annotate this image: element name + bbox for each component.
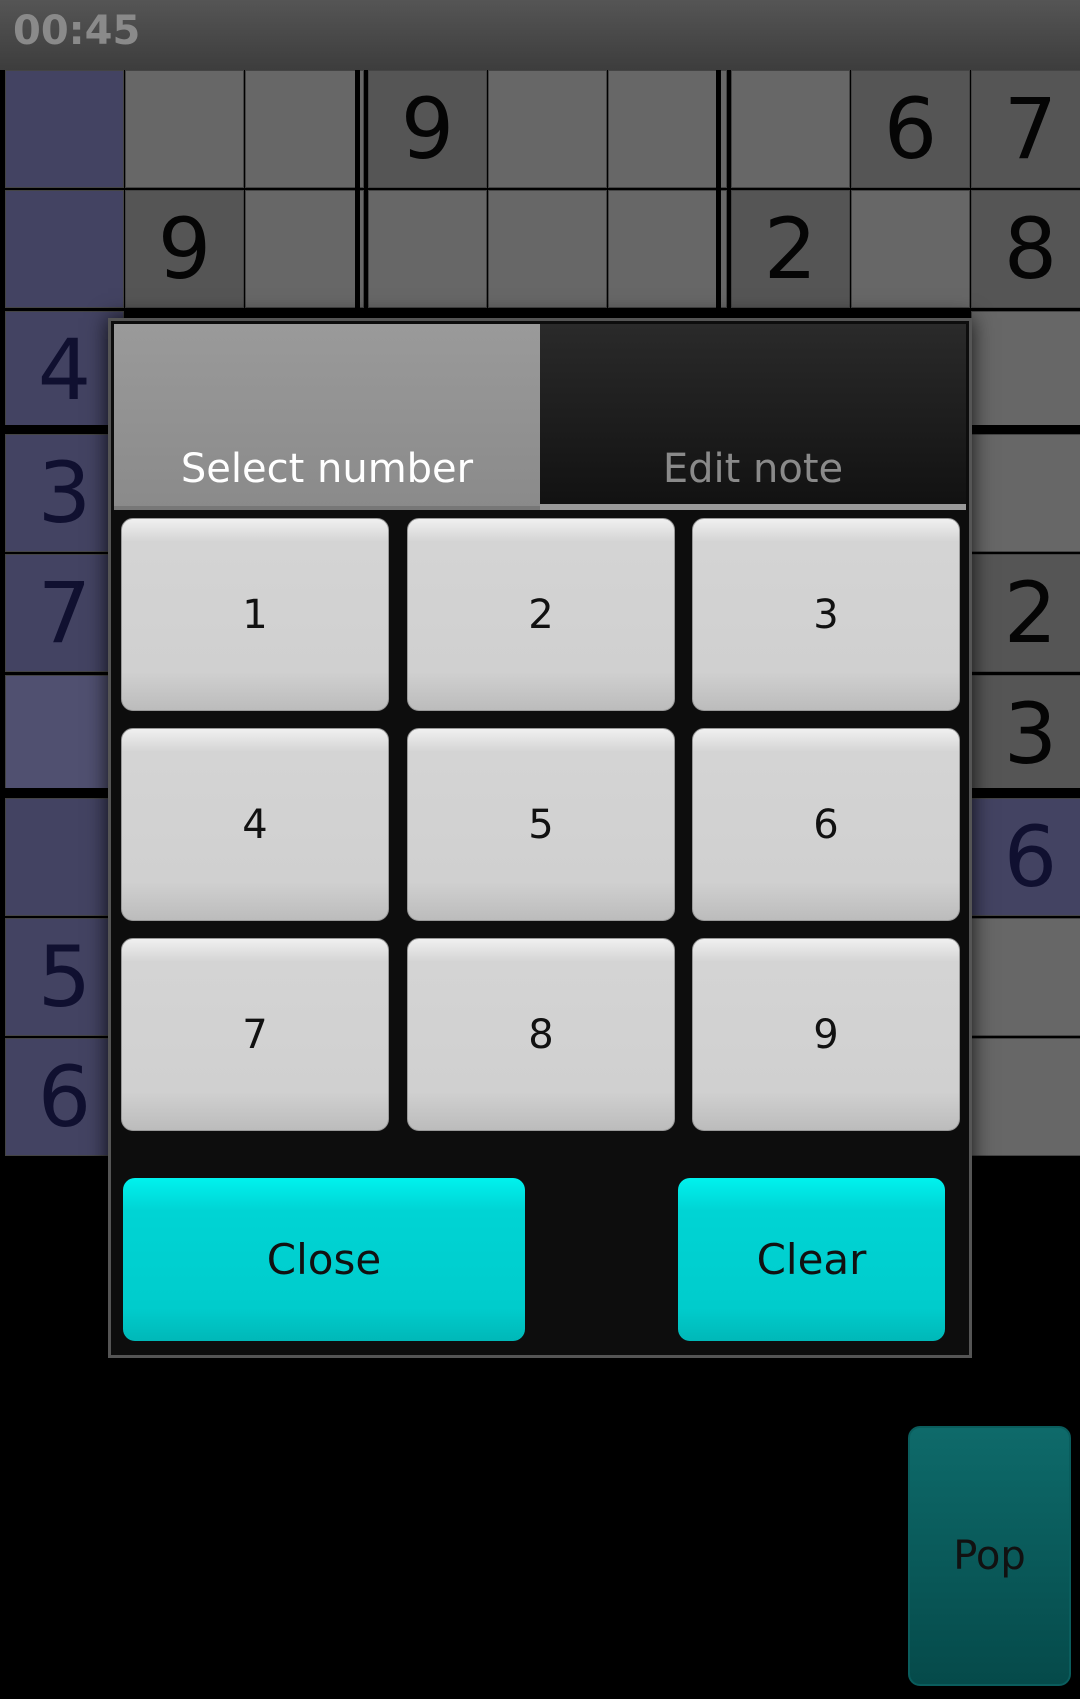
board-cell[interactable] xyxy=(488,70,607,188)
game-timer: 00:45 xyxy=(13,8,141,54)
dialog-tabs: Select number Edit note xyxy=(114,324,966,510)
board-cell[interactable] xyxy=(971,1038,1080,1157)
tab-select-number[interactable]: Select number xyxy=(114,324,540,510)
board-cell[interactable]: 6 xyxy=(971,797,1080,916)
number-button-1[interactable]: 1 xyxy=(121,518,389,711)
top-bar: 00:45 xyxy=(0,0,1080,70)
board-cell[interactable] xyxy=(488,190,607,309)
board-cell[interactable] xyxy=(851,190,970,309)
tab-label: Select number xyxy=(180,446,474,492)
number-button-9[interactable]: 9 xyxy=(692,938,960,1131)
board-cell[interactable]: 8 xyxy=(971,190,1080,309)
number-button-5[interactable]: 5 xyxy=(407,728,675,921)
clear-button[interactable]: Clear xyxy=(678,1178,945,1341)
board-cell[interactable] xyxy=(5,190,124,309)
board-cell[interactable]: 9 xyxy=(125,190,244,309)
board-cell[interactable] xyxy=(971,918,1080,1037)
board-cell[interactable]: 7 xyxy=(971,70,1080,188)
board-cell[interactable]: 3 xyxy=(971,674,1080,793)
number-button-2[interactable]: 2 xyxy=(407,518,675,711)
number-button-3[interactable]: 3 xyxy=(692,518,960,711)
board-cell[interactable]: 6 xyxy=(5,1038,124,1157)
board-cell[interactable]: 3 xyxy=(5,433,124,552)
board-cell[interactable] xyxy=(125,70,244,188)
board-cell[interactable] xyxy=(608,70,727,188)
board-cell[interactable] xyxy=(245,190,364,309)
number-button-8[interactable]: 8 xyxy=(407,938,675,1131)
board-cell[interactable]: 6 xyxy=(851,70,970,188)
board-cell[interactable] xyxy=(608,190,727,309)
number-button-7[interactable]: 7 xyxy=(121,938,389,1131)
board-cell[interactable] xyxy=(731,70,850,188)
close-button[interactable]: Close xyxy=(123,1178,525,1341)
board-cell[interactable] xyxy=(5,674,124,793)
number-button-4[interactable]: 4 xyxy=(121,728,389,921)
board-cell[interactable] xyxy=(971,310,1080,429)
board-cell[interactable]: 5 xyxy=(5,918,124,1037)
pop-button[interactable]: Pop xyxy=(908,1426,1071,1686)
board-cell[interactable] xyxy=(5,70,124,188)
board-cell[interactable]: 4 xyxy=(5,310,124,429)
board-cell[interactable]: 2 xyxy=(731,190,850,309)
board-cell[interactable] xyxy=(971,433,1080,552)
number-button-6[interactable]: 6 xyxy=(692,728,960,921)
tab-edit-note[interactable]: Edit note xyxy=(540,324,966,510)
board-cell[interactable] xyxy=(245,70,364,188)
board-cell[interactable] xyxy=(5,797,124,916)
board-cell[interactable]: 2 xyxy=(971,554,1080,673)
number-picker-dialog: Select number Edit note 1 2 3 4 5 6 7 8 … xyxy=(108,318,972,1358)
board-cell[interactable] xyxy=(368,190,487,309)
board-cell[interactable]: 7 xyxy=(5,554,124,673)
tab-label: Edit note xyxy=(662,446,844,492)
board-cell[interactable]: 9 xyxy=(368,70,487,188)
